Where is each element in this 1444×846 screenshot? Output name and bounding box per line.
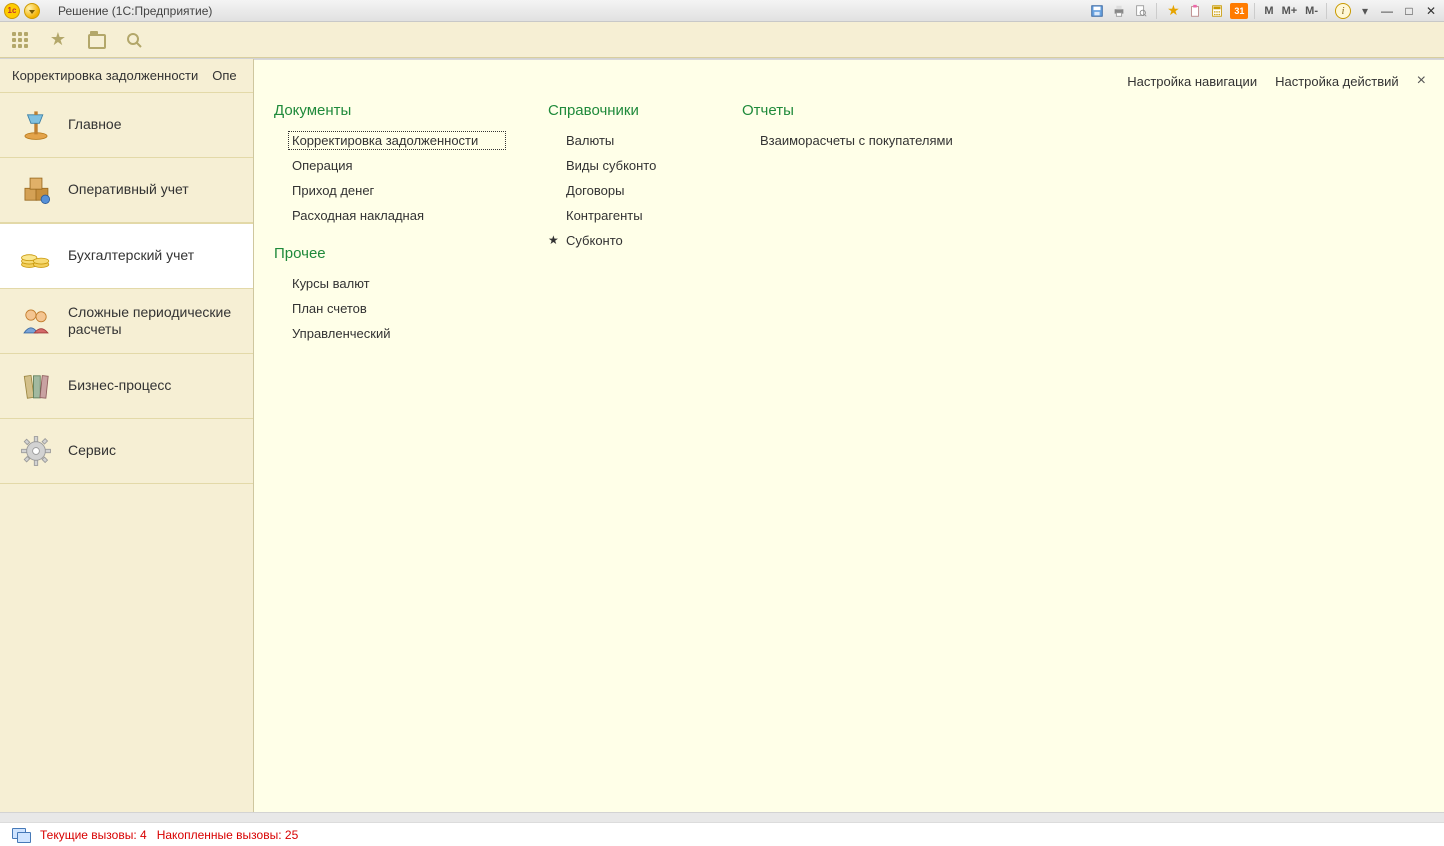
content-panel: Настройка навигации Настройка действий ×…: [254, 59, 1444, 812]
nav-item-service[interactable]: Сервис: [0, 419, 253, 484]
calculator-icon[interactable]: [1208, 2, 1226, 20]
main-area: Корректировка задолженности Опе Главное …: [0, 58, 1444, 812]
content-topbar: Настройка навигации Настройка действий ×: [254, 60, 1444, 102]
nav-item-main[interactable]: Главное: [0, 93, 253, 158]
search-icon[interactable]: [124, 30, 144, 50]
list-item[interactable]: Валюты: [566, 133, 698, 148]
preview-icon[interactable]: [1132, 2, 1150, 20]
calendar-icon[interactable]: 31: [1230, 3, 1248, 19]
boxes-icon: [18, 172, 54, 208]
nav-item-operational[interactable]: Оперативный учет: [0, 158, 253, 223]
nav-label: Главное: [68, 116, 122, 134]
list-item[interactable]: План счетов: [292, 301, 504, 316]
memory-mminus-button[interactable]: M-: [1303, 2, 1320, 20]
app-menu-toggle[interactable]: [24, 3, 40, 19]
status-accumulated-calls: Накопленные вызовы: 25: [157, 828, 299, 842]
section-title-documents: Документы: [274, 102, 504, 119]
list-item[interactable]: Договоры: [566, 183, 698, 198]
desk-lamp-icon: [18, 107, 54, 143]
maximize-button[interactable]: □: [1400, 2, 1418, 20]
titlebar: 1c Решение (1С:Предприятие) ★ 31 M M+ M-…: [0, 0, 1444, 22]
coins-icon: [18, 238, 54, 274]
content-columns: Документы Корректировка задолженности Оп…: [254, 102, 1444, 361]
connection-icon: [12, 828, 30, 842]
people-icon: [18, 303, 54, 339]
list-item[interactable]: Управленческий: [292, 326, 504, 341]
list-dictionaries: Валюты Виды субконто Договоры Контрагент…: [548, 133, 698, 248]
section-title-reports: Отчеты: [742, 102, 972, 119]
print-icon[interactable]: [1110, 2, 1128, 20]
list-item-starred[interactable]: Субконто: [566, 233, 698, 248]
action-settings-link[interactable]: Настройка действий: [1275, 74, 1399, 89]
info-icon[interactable]: i: [1334, 2, 1352, 20]
favorite-icon[interactable]: ★: [1164, 2, 1182, 20]
list-documents: Корректировка задолженности Операция При…: [274, 133, 504, 223]
nav-label: Сервис: [68, 442, 116, 460]
list-item[interactable]: Курсы валют: [292, 276, 504, 291]
history-icon[interactable]: [86, 30, 106, 50]
nav-list: Главное Оперативный учет: [0, 93, 253, 812]
nav-label: Бухгалтерский учет: [68, 247, 194, 265]
nav-settings-link[interactable]: Настройка навигации: [1127, 74, 1257, 89]
list-item[interactable]: Виды субконто: [566, 158, 698, 173]
list-item[interactable]: Расходная накладная: [292, 208, 504, 223]
dropdown-icon[interactable]: ▾: [1356, 2, 1374, 20]
gear-icon: [18, 433, 54, 469]
app-logo-icon: 1c: [4, 3, 20, 19]
memory-mplus-button[interactable]: M+: [1280, 2, 1300, 20]
section-title-other: Прочее: [274, 245, 504, 262]
minimize-button[interactable]: —: [1378, 2, 1396, 20]
toolbar: ★: [0, 22, 1444, 58]
open-tab-2[interactable]: Опе: [212, 68, 236, 83]
close-panel-icon[interactable]: ×: [1417, 72, 1426, 90]
save-icon[interactable]: [1088, 2, 1106, 20]
open-tabs-bar: Корректировка задолженности Опе: [0, 59, 253, 93]
list-reports: Взаиморасчеты с покупателями: [742, 133, 972, 148]
list-item[interactable]: Контрагенты: [566, 208, 698, 223]
apps-grid-icon[interactable]: [10, 30, 30, 50]
memory-m-button[interactable]: M: [1262, 2, 1275, 20]
nav-label: Оперативный учет: [68, 181, 189, 199]
close-button[interactable]: ✕: [1422, 2, 1440, 20]
nav-item-periodic[interactable]: Сложные периодические расчеты: [0, 289, 253, 354]
books-icon: [18, 368, 54, 404]
list-item[interactable]: Взаиморасчеты с покупателями: [760, 133, 972, 148]
window-title: Решение (1С:Предприятие): [58, 4, 212, 18]
status-current-calls: Текущие вызовы: 4: [40, 828, 147, 842]
nav-item-accounting[interactable]: Бухгалтерский учет: [0, 223, 253, 289]
statusbar: Текущие вызовы: 4 Накопленные вызовы: 25: [0, 822, 1444, 846]
list-item[interactable]: Операция: [292, 158, 504, 173]
sidebar: Корректировка задолженности Опе Главное …: [0, 59, 254, 812]
list-other: Курсы валют План счетов Управленческий: [274, 276, 504, 341]
list-item[interactable]: Корректировка задолженности: [290, 133, 504, 148]
section-title-dictionaries: Справочники: [548, 102, 698, 119]
nav-label: Бизнес-процесс: [68, 377, 171, 395]
bottom-separator: [0, 812, 1444, 822]
favorites-icon[interactable]: ★: [48, 30, 68, 50]
open-tab-1[interactable]: Корректировка задолженности: [12, 68, 198, 83]
list-item[interactable]: Приход денег: [292, 183, 504, 198]
clipboard-icon[interactable]: [1186, 2, 1204, 20]
nav-label: Сложные периодические расчеты: [68, 304, 235, 339]
nav-item-business-process[interactable]: Бизнес-процесс: [0, 354, 253, 419]
